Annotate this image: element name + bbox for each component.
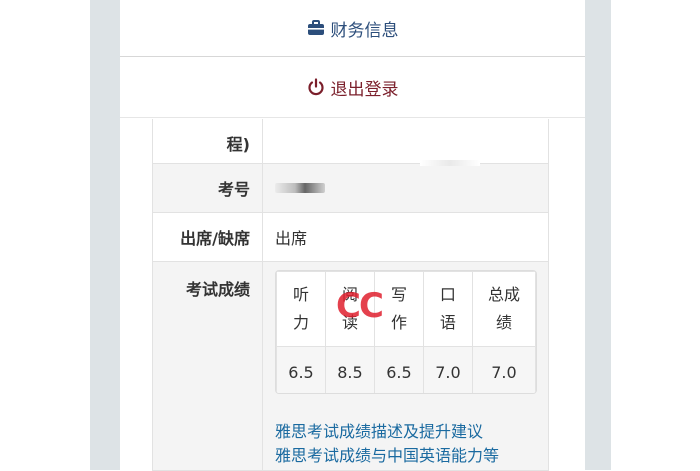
- left-gutter: [90, 0, 120, 470]
- table-row: 出席/缺席 出席: [153, 213, 548, 262]
- score-header: 总成绩: [471, 271, 536, 347]
- menu-item-finance[interactable]: 财务信息: [120, 0, 585, 57]
- link-score-description[interactable]: 雅思考试成绩描述及提升建议: [275, 420, 585, 444]
- score-value: 6.5: [276, 346, 326, 393]
- score-header: 口语: [422, 271, 473, 347]
- watermark-logo: CC: [336, 286, 384, 326]
- table-row: 考号: [153, 164, 548, 213]
- scores-label: 考试成绩: [153, 262, 263, 470]
- logout-label: 退出登录: [330, 79, 399, 100]
- scores-value-row: 6.5 8.5 6.5 7.0 7.0: [276, 346, 536, 393]
- attendance-value: 出席: [275, 229, 308, 248]
- score-links: 雅思考试成绩描述及提升建议 雅思考试成绩与中国英语能力等: [275, 420, 585, 468]
- score-value: 7.0: [471, 346, 536, 393]
- scores-header-row: 听力 阅读 写作 口语 总成绩: [276, 271, 536, 347]
- attendance-label: 出席/缺席: [153, 213, 263, 261]
- row-value: [263, 119, 548, 163]
- redacted-exam-number: [275, 183, 325, 193]
- exam-number-label: 考号: [153, 164, 263, 212]
- redacted-text: [420, 160, 480, 166]
- score-value: 8.5: [324, 346, 375, 393]
- score-value: 7.0: [422, 346, 473, 393]
- row-label: 程): [153, 119, 263, 163]
- briefcase-icon: [307, 20, 324, 35]
- table-row: 程): [153, 119, 548, 164]
- link-score-comparison[interactable]: 雅思考试成绩与中国英语能力等: [275, 444, 585, 468]
- finance-label: 财务信息: [330, 20, 399, 41]
- right-gutter: [585, 0, 611, 470]
- score-header: 听力: [276, 271, 326, 347]
- exam-number-value: [263, 164, 548, 212]
- menu-item-logout[interactable]: 退出登录: [120, 57, 585, 118]
- score-value: 6.5: [373, 346, 424, 393]
- power-icon: [307, 78, 324, 96]
- scores-table: 听力 阅读 写作 口语 总成绩 6.5 8.5 6.5 7.0 7.0: [275, 270, 537, 394]
